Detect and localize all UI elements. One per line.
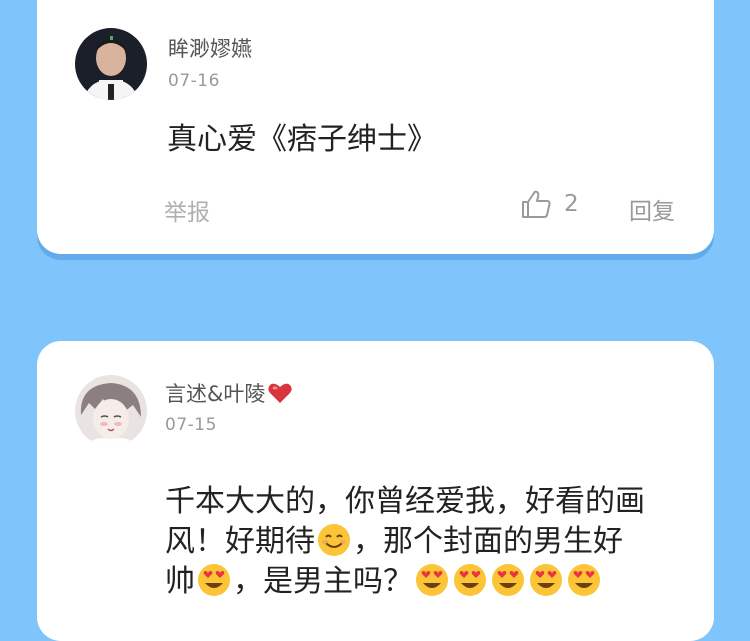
avatar[interactable]	[75, 375, 147, 447]
comment-fragment: 风！好期待	[165, 524, 315, 559]
comment-text: 千本大大的，你曾经爱我，好看的画 风！好期待 ，那个封面的男生好 帅 ，是男主吗…	[165, 482, 685, 602]
username-text: 言述&叶陵	[165, 382, 266, 406]
heart-icon	[268, 383, 293, 403]
comment-date: 07-16	[168, 71, 220, 91]
like-count: 2	[564, 191, 579, 217]
comment-date: 07-15	[165, 415, 217, 435]
heart-eyes-emoji	[454, 564, 486, 596]
report-button[interactable]: 举报	[164, 193, 210, 227]
comment-fragment: ，是男主吗？	[233, 564, 413, 599]
comment-line: 千本大大的，你曾经爱我，好看的画	[165, 484, 645, 519]
thumbs-up-icon	[522, 190, 551, 218]
avatar[interactable]	[75, 28, 147, 100]
heart-eyes-emoji	[568, 564, 600, 596]
comment-card: 眸渺嫪嬿 07-16 真心爱《痞子绅士》 举报 2 回复	[37, 0, 714, 254]
reply-button[interactable]: 回复	[629, 192, 675, 226]
username[interactable]: 言述&叶陵	[165, 378, 293, 408]
comment-card: 言述&叶陵 07-15 千本大大的，你曾经爱我，好看的画 风！好期待 ，那个封面…	[37, 341, 714, 641]
heart-eyes-emoji	[198, 564, 230, 596]
comment-line: 帅 ，是男主吗？	[165, 562, 685, 602]
like-button[interactable]: 2	[520, 189, 579, 219]
heart-eyes-emoji	[530, 564, 562, 596]
comment-text: 真心爱《痞子绅士》	[167, 122, 437, 157]
heart-eyes-emoji	[492, 564, 524, 596]
comment-line: 风！好期待 ，那个封面的男生好	[165, 522, 685, 562]
comment-fragment: 帅	[165, 564, 195, 599]
comment-fragment: ，那个封面的男生好	[353, 524, 623, 559]
smiling-emoji	[318, 524, 350, 556]
heart-eyes-emoji	[416, 564, 448, 596]
username[interactable]: 眸渺嫪嬿	[168, 33, 252, 63]
